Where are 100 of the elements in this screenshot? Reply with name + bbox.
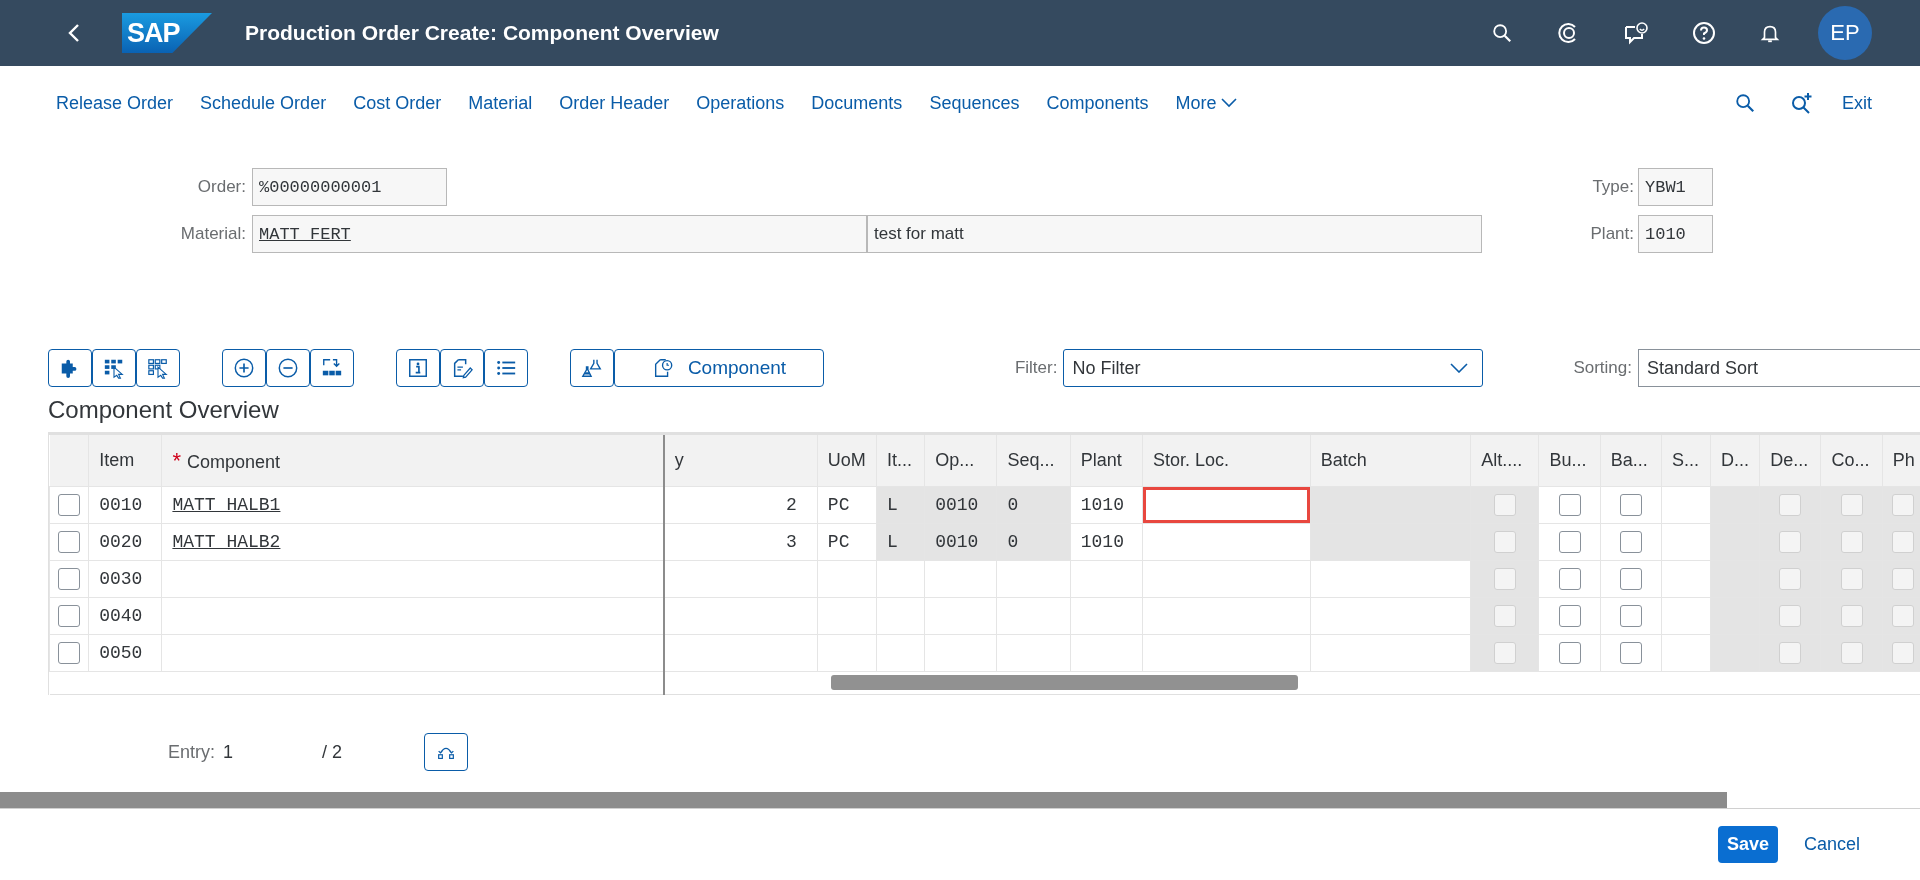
table-cell[interactable]	[1600, 486, 1662, 524]
table-cell[interactable]: MATT_HALB1	[161, 486, 664, 524]
column-header[interactable]: * Component	[161, 435, 664, 487]
checkbox[interactable]	[1558, 642, 1581, 664]
remove-button[interactable]	[266, 349, 310, 387]
flasks-button[interactable]	[570, 349, 614, 387]
column-header[interactable]: UoM	[817, 435, 877, 487]
checkbox[interactable]	[1619, 605, 1642, 627]
table-cell[interactable]	[997, 560, 1071, 598]
table-cell[interactable]	[161, 560, 664, 598]
table-cell[interactable]: PC	[817, 486, 877, 524]
search-icon[interactable]	[1734, 92, 1756, 114]
table-cell[interactable]	[1600, 523, 1662, 561]
menu-link[interactable]: Release Order	[56, 92, 174, 114]
description-field[interactable]: test for matt	[867, 215, 1482, 253]
order-field[interactable]: %00000000001	[252, 168, 447, 206]
table-cell[interactable]	[1310, 560, 1471, 598]
add-button[interactable]	[222, 349, 266, 387]
row-select-checkbox[interactable]	[58, 642, 81, 664]
table-cell[interactable]	[1142, 486, 1311, 524]
table-cell[interactable]	[1600, 597, 1662, 635]
table-cell[interactable]	[817, 560, 877, 598]
select-all-button[interactable]	[92, 349, 136, 387]
table-cell[interactable]: 0	[997, 486, 1071, 524]
table-cell[interactable]	[1661, 523, 1711, 561]
save-button[interactable]: Save	[1717, 826, 1778, 863]
column-header[interactable]: Ba...	[1600, 435, 1662, 487]
more-menu[interactable]: More	[1175, 92, 1237, 114]
table-cell[interactable]	[161, 597, 664, 635]
user-avatar[interactable]: EP	[1818, 6, 1872, 60]
help-icon[interactable]	[1692, 21, 1716, 45]
table-cell[interactable]: PC	[817, 523, 877, 561]
horizontal-scrollbar[interactable]	[830, 675, 1298, 690]
logo[interactable]: SAP	[122, 13, 212, 53]
table-cell[interactable]	[997, 634, 1071, 672]
column-header[interactable]: Batch	[1310, 435, 1471, 487]
table-cell[interactable]	[1310, 634, 1471, 672]
insert-row-button[interactable]	[310, 349, 354, 387]
column-header[interactable]: Bu...	[1539, 435, 1601, 487]
list-button[interactable]	[484, 349, 528, 387]
component-button[interactable]: Component	[614, 349, 824, 387]
entry-value[interactable]: 1	[223, 741, 322, 763]
checkbox[interactable]	[1619, 568, 1642, 590]
column-header[interactable]: Stor. Loc.	[1142, 435, 1311, 487]
table-cell[interactable]	[1661, 597, 1711, 635]
table-cell[interactable]: 1010	[1070, 523, 1143, 561]
puzzle-icon-button[interactable]	[48, 349, 92, 387]
row-select-checkbox[interactable]	[58, 605, 81, 627]
row-select-checkbox[interactable]	[58, 568, 81, 590]
table-cell[interactable]	[1661, 486, 1711, 524]
column-header[interactable]: Alt....	[1470, 435, 1539, 487]
menu-link[interactable]: Components	[1046, 92, 1149, 114]
table-cell[interactable]	[663, 597, 818, 635]
column-header[interactable]: Plant	[1070, 435, 1143, 487]
column-header[interactable]: Co...	[1821, 435, 1883, 487]
table-cell[interactable]	[1600, 560, 1662, 598]
table-cell[interactable]	[876, 560, 925, 598]
exit-link[interactable]: Exit	[1842, 92, 1872, 114]
table-cell[interactable]	[1539, 560, 1601, 598]
table-cell[interactable]: 3	[663, 523, 818, 561]
checkbox[interactable]	[1619, 494, 1642, 516]
menu-link[interactable]: Cost Order	[353, 92, 442, 114]
info-button[interactable]	[396, 349, 440, 387]
table-cell[interactable]: 0020	[88, 523, 162, 561]
row-select-checkbox[interactable]	[58, 494, 81, 516]
table-cell[interactable]: 0010	[924, 523, 997, 561]
table-cell[interactable]	[1142, 597, 1311, 635]
table-cell[interactable]: L	[876, 523, 925, 561]
table-cell[interactable]	[876, 597, 925, 635]
table-cell[interactable]: MATT_HALB2	[161, 523, 664, 561]
column-header[interactable]: S...	[1661, 435, 1711, 487]
table-cell[interactable]	[663, 634, 818, 672]
table-cell[interactable]	[663, 560, 818, 598]
table-cell[interactable]	[924, 560, 997, 598]
table-cell[interactable]	[1539, 486, 1601, 524]
filter-dropdown[interactable]: No Filter	[1063, 349, 1484, 387]
table-cell[interactable]	[1070, 597, 1143, 635]
menu-link[interactable]: Schedule Order	[200, 92, 327, 114]
table-cell[interactable]	[924, 634, 997, 672]
column-header[interactable]: y	[663, 435, 818, 487]
table-cell[interactable]	[1661, 560, 1711, 598]
cancel-button[interactable]: Cancel	[1797, 833, 1866, 856]
table-cell[interactable]	[1310, 597, 1471, 635]
table-cell[interactable]	[817, 634, 877, 672]
search-icon[interactable]	[1491, 22, 1513, 44]
table-cell[interactable]	[817, 597, 877, 635]
column-header[interactable]: Op...	[924, 435, 997, 487]
deselect-all-button[interactable]	[136, 349, 180, 387]
menu-link[interactable]: Material	[468, 92, 533, 114]
page-scrollbar[interactable]	[0, 792, 1727, 808]
checkbox[interactable]	[1558, 494, 1581, 516]
column-header[interactable]: De...	[1759, 435, 1821, 487]
menu-link[interactable]: Sequences	[929, 92, 1020, 114]
table-cell[interactable]: 0	[997, 523, 1071, 561]
plant-field[interactable]: 1010	[1638, 215, 1713, 253]
menu-link[interactable]: Order Header	[559, 92, 670, 114]
table-cell[interactable]: 0030	[88, 560, 162, 598]
table-cell[interactable]: 0040	[88, 597, 162, 635]
column-header[interactable]: D...	[1710, 435, 1760, 487]
table-cell[interactable]	[1539, 597, 1601, 635]
